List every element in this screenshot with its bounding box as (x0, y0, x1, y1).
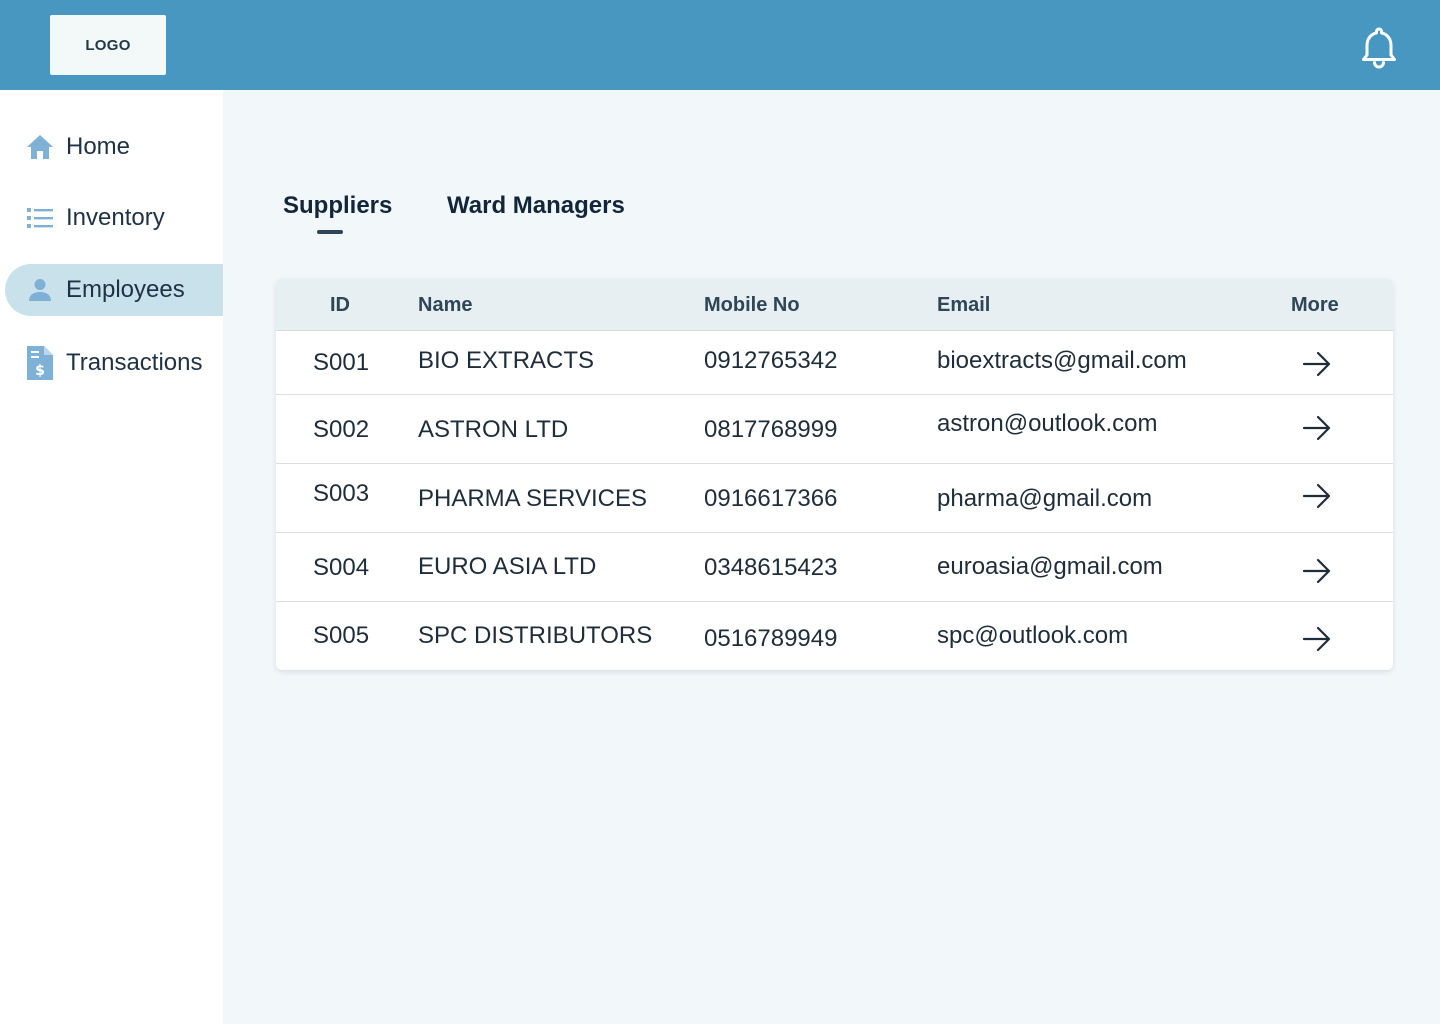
table-row[interactable]: S001 BIO EXTRACTS 0912765342 bioextracts… (276, 331, 1393, 395)
cell-name: PHARMA SERVICES (418, 485, 647, 512)
top-bar: LOGO (0, 0, 1440, 90)
arrow-right-icon[interactable] (1302, 415, 1332, 441)
invoice-icon: $ (26, 346, 54, 380)
table-row[interactable]: S005 SPC DISTRIBUTORS 0516789949 spc@out… (276, 602, 1393, 670)
cell-email: astron@outlook.com (937, 410, 1158, 437)
column-header-name: Name (418, 294, 473, 316)
sidebar-item-employees[interactable]: Employees (5, 264, 223, 316)
cell-id: S003 (313, 480, 370, 507)
cell-name: ASTRON LTD (418, 416, 569, 443)
cell-mobile: 0516789949 (704, 625, 838, 652)
cell-email: bioextracts@gmail.com (937, 347, 1187, 374)
table-row[interactable]: S003 PHARMA SERVICES 0916617366 pharma@g… (276, 464, 1393, 533)
column-header-email: Email (937, 294, 991, 316)
list-icon (26, 204, 54, 232)
cell-name: SPC DISTRIBUTORS (418, 622, 653, 649)
sidebar-item-label: Transactions (66, 349, 203, 376)
cell-email: pharma@gmail.com (937, 485, 1153, 512)
sidebar-item-inventory[interactable]: Inventory (5, 192, 223, 244)
cell-id: S001 (313, 349, 370, 376)
cell-mobile: 0348615423 (704, 554, 838, 581)
table-row[interactable]: S004 EURO ASIA LTD 0348615423 euroasia@g… (276, 533, 1393, 602)
sidebar: Home Inventory Employees $ Transactions (0, 90, 223, 1024)
bell-icon[interactable] (1356, 24, 1402, 70)
table-header: ID Name Mobile No Email More (276, 279, 1393, 331)
cell-email: euroasia@gmail.com (937, 553, 1163, 580)
column-header-id: ID (330, 294, 350, 316)
table-row[interactable]: S002 ASTRON LTD 0817768999 astron@outloo… (276, 395, 1393, 464)
cell-mobile: 0912765342 (704, 347, 838, 374)
cell-id: S005 (313, 622, 370, 649)
column-header-more: More (1291, 294, 1339, 316)
tab-suppliers[interactable]: Suppliers (283, 192, 392, 220)
cell-mobile: 0817768999 (704, 416, 838, 443)
svg-text:$: $ (35, 363, 45, 379)
tab-ward-managers[interactable]: Ward Managers (447, 192, 625, 220)
logo[interactable]: LOGO (50, 15, 166, 75)
sidebar-item-transactions[interactable]: $ Transactions (5, 337, 223, 389)
sidebar-item-home[interactable]: Home (5, 121, 223, 173)
cell-id: S004 (313, 554, 370, 581)
cell-name: EURO ASIA LTD (418, 553, 597, 580)
active-tab-indicator (317, 230, 343, 234)
person-icon (26, 276, 54, 304)
arrow-right-icon[interactable] (1302, 351, 1332, 377)
arrow-right-icon[interactable] (1302, 626, 1332, 652)
cell-name: BIO EXTRACTS (418, 347, 595, 374)
cell-id: S002 (313, 416, 370, 443)
cell-mobile: 0916617366 (704, 485, 838, 512)
arrow-right-icon[interactable] (1302, 483, 1332, 509)
suppliers-table: ID Name Mobile No Email More S001 BIO EX… (276, 279, 1393, 670)
sidebar-item-label: Home (66, 133, 131, 160)
column-header-mobile: Mobile No (704, 294, 800, 316)
sidebar-item-label: Inventory (66, 204, 165, 231)
sidebar-item-label: Employees (66, 276, 185, 303)
arrow-right-icon[interactable] (1302, 558, 1332, 584)
home-icon (26, 133, 54, 161)
cell-email: spc@outlook.com (937, 622, 1129, 649)
